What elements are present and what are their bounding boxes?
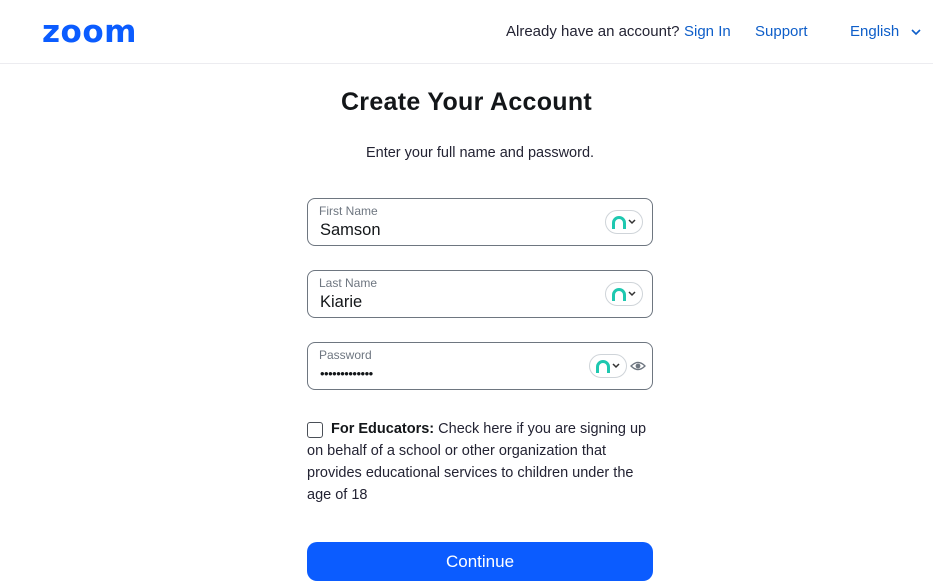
password-manager-button[interactable] (589, 354, 627, 378)
password-manager-icon (612, 288, 636, 301)
support-link[interactable]: Support (755, 23, 808, 41)
sign-in-link[interactable]: Sign In (684, 23, 731, 41)
page-subtitle: Enter your full name and password. (365, 145, 595, 161)
top-header: zoom Already have an account? Sign In Su… (0, 0, 933, 64)
first-name-label: First Name (319, 204, 378, 218)
last-name-label: Last Name (319, 276, 378, 290)
account-prompt: Already have an account? (506, 23, 680, 40)
password-field[interactable]: Password ••••••••••••• (307, 342, 653, 390)
last-name-input[interactable] (320, 292, 590, 312)
password-input[interactable]: ••••••••••••• (320, 366, 373, 382)
password-manager-icon (596, 360, 620, 373)
language-selector[interactable]: English (850, 23, 899, 41)
educators-bold-label: For Educators: (331, 421, 435, 437)
password-label: Password (319, 348, 372, 362)
password-manager-icon (612, 216, 636, 229)
zoom-logo[interactable]: zoom (42, 14, 137, 50)
continue-button[interactable]: Continue (307, 542, 653, 581)
password-manager-button[interactable] (605, 210, 643, 234)
first-name-input[interactable] (320, 220, 590, 240)
page-title: Create Your Account (340, 88, 593, 116)
last-name-field[interactable]: Last Name (307, 270, 653, 318)
password-manager-button[interactable] (605, 282, 643, 306)
educators-text: For Educators: Check here if you are sig… (307, 418, 657, 506)
chevron-down-icon[interactable] (910, 26, 922, 38)
eye-icon[interactable] (630, 360, 646, 372)
first-name-field[interactable]: First Name (307, 198, 653, 246)
